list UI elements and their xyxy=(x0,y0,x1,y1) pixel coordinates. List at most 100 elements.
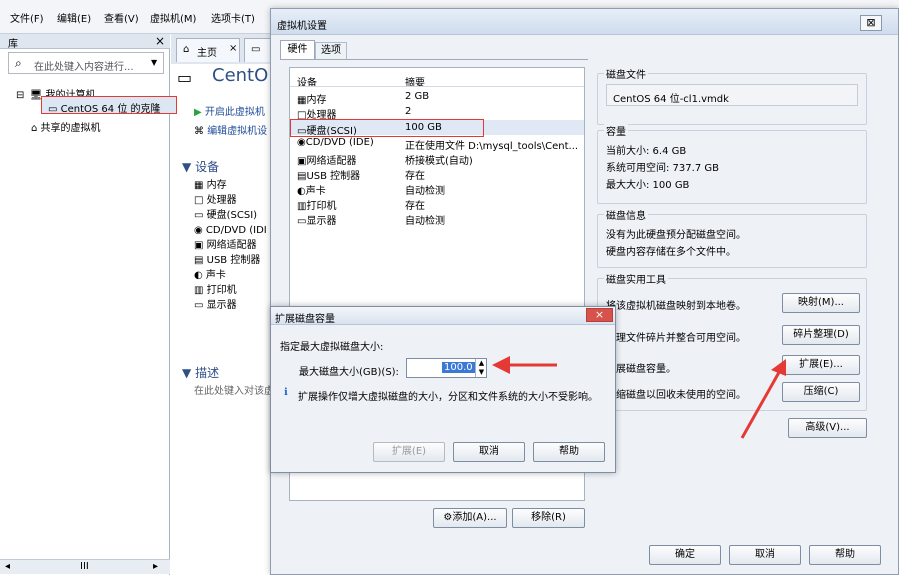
memory-icon: ▦ xyxy=(194,180,204,191)
disk-file-group: 磁盘文件 CentOS 64 位-cl1.vmdk xyxy=(597,66,867,125)
device-display[interactable]: ▭ 显示器 xyxy=(194,298,267,313)
free-space: 系统可用空间: 737.7 GB xyxy=(606,163,719,174)
library-search[interactable]: ⌕ 在此处键入内容进行... ▼ xyxy=(8,52,164,74)
hw-summary-disk: 100 GB xyxy=(405,122,442,133)
advanced-button[interactable]: 高级(V)... xyxy=(788,418,867,438)
disk-info-line: 硬盘内容存储在多个文件中。 xyxy=(606,247,736,258)
device-usb[interactable]: ▤ USB 控制器 xyxy=(194,253,267,268)
tab-close-button[interactable]: × xyxy=(229,43,237,54)
max-size-value[interactable]: 100.0 xyxy=(442,362,475,373)
help-button[interactable]: 帮助 xyxy=(809,545,881,565)
triangle-down-icon: ▼ xyxy=(182,160,192,174)
current-size: 当前大小: 6.4 GB xyxy=(606,146,687,157)
device-memory[interactable]: ▦ 内存 xyxy=(194,178,267,193)
expand-button[interactable]: 扩展(E)... xyxy=(782,355,860,375)
expand-close-button[interactable]: × xyxy=(586,308,613,322)
menu-edit[interactable]: 编辑(E) xyxy=(57,10,91,25)
menu-view[interactable]: 查看(V) xyxy=(104,10,139,25)
monitor-icon: ▭ xyxy=(194,300,204,311)
device-cpu[interactable]: □ 处理器 xyxy=(194,193,267,208)
hw-row-display[interactable]: ▭显示器 xyxy=(297,212,336,227)
disk-icon: ▭ xyxy=(194,210,204,221)
network-icon: ▣ xyxy=(194,240,204,251)
hw-row-cd[interactable]: ◉CD/DVD (IDE) xyxy=(297,137,374,148)
hw-summary-display: 自动检测 xyxy=(405,216,445,227)
ok-button[interactable]: 确定 xyxy=(649,545,721,565)
map-button[interactable]: 映射(M)... xyxy=(782,293,860,313)
vm-settings-dialog: 虚拟机设置 ⊠ 硬件 选项 设备 摘要 ▦内存 2 GB □处理器 2 ▭硬盘(… xyxy=(270,8,899,575)
utility-map-text: 将该虚拟机磁盘映射到本地卷。 xyxy=(606,301,746,312)
chevron-down-icon[interactable]: ▼ xyxy=(151,58,157,67)
hw-row-printer[interactable]: ▥打印机 xyxy=(297,197,336,212)
tree-shared-vms[interactable]: ⌂ 共享的虚拟机 xyxy=(31,119,101,134)
printer-icon: ▥ xyxy=(194,285,204,296)
disk-utility-group: 磁盘实用工具 将该虚拟机磁盘映射到本地卷。 映射(M)... 整理文件碎片并整合… xyxy=(597,271,867,411)
group-title: 磁盘实用工具 xyxy=(604,271,668,286)
settings-icon: ⌘ xyxy=(194,126,204,137)
max-size-spinbox[interactable]: 100.0 ▲ ▼ xyxy=(406,358,487,378)
group-title: 容量 xyxy=(604,123,628,138)
tab-bar: ⌂ 主页 × ▭ xyxy=(171,34,271,64)
tab-options[interactable]: 选项 xyxy=(315,42,347,60)
menu-file[interactable]: 文件(F) xyxy=(10,10,44,25)
description-section[interactable]: ▼ 描述 xyxy=(182,364,219,381)
add-hardware-button[interactable]: ⚙添加(A)... xyxy=(433,508,507,528)
hw-row-network[interactable]: ▣网络适配器 xyxy=(297,152,356,167)
device-cd[interactable]: ◉ CD/DVD (IDI xyxy=(194,223,267,238)
dialog-close-button[interactable]: ⊠ xyxy=(860,15,882,31)
collapse-icon[interactable]: ⊟ xyxy=(16,90,24,101)
vm-icon: ▭ xyxy=(251,44,261,55)
hw-row-usb[interactable]: ▤USB 控制器 xyxy=(297,167,360,182)
hw-summary-cd: 正在使用文件 D:\mysql_tools\Cent... xyxy=(405,141,579,152)
hw-summary-sound: 自动检测 xyxy=(405,186,445,197)
disk-file-field[interactable]: CentOS 64 位-cl1.vmdk xyxy=(606,84,858,106)
tab-hardware[interactable]: 硬件 xyxy=(280,40,315,60)
scroll-left-icon[interactable]: ◂ xyxy=(5,561,10,572)
menu-tabs[interactable]: 选项卡(T) xyxy=(211,10,255,25)
library-header: 库 × xyxy=(0,34,170,50)
hw-row-sound[interactable]: ◐声卡 xyxy=(297,182,326,197)
spin-up-icon[interactable]: ▲ xyxy=(475,359,487,368)
menu-vm[interactable]: 虚拟机(M) xyxy=(150,10,196,25)
expand-cancel-button[interactable]: 取消 xyxy=(453,442,525,462)
devices-section[interactable]: ▼ 设备 xyxy=(182,158,219,175)
compact-button[interactable]: 压缩(C) xyxy=(782,382,860,402)
edit-settings-link[interactable]: ⌘ 编辑虚拟机设 xyxy=(194,122,267,137)
tab-home-label: 主页 xyxy=(197,48,217,59)
tree-vm-clone[interactable]: ▭ CentOS 64 位 的克隆 xyxy=(41,96,177,115)
hw-row-memory[interactable]: ▦内存 xyxy=(297,91,326,106)
library-scrollbar[interactable]: ◂ III ▸ xyxy=(0,559,170,574)
info-icon: ℹ xyxy=(284,387,288,398)
hw-summary-cpu: 2 xyxy=(405,106,412,117)
usb-icon: ▤ xyxy=(194,255,204,266)
header-divider xyxy=(290,86,584,87)
scroll-right-icon[interactable]: ▸ xyxy=(153,561,158,572)
expand-title: 扩展磁盘容量 xyxy=(275,314,335,325)
expand-label: 指定最大虚拟磁盘大小: xyxy=(280,342,384,353)
power-on-link[interactable]: ▶ 开启此虚拟机 xyxy=(194,103,265,118)
tab-vm[interactable]: ▭ xyxy=(244,38,271,62)
cancel-button[interactable]: 取消 xyxy=(729,545,801,565)
device-disk[interactable]: ▭ 硬盘(SCSI) xyxy=(194,208,267,223)
tree-label: CentOS 64 位 的克隆 xyxy=(60,104,161,115)
cd-icon: ◉ xyxy=(297,137,306,148)
scroll-thumb[interactable]: III xyxy=(80,561,89,572)
defrag-button[interactable]: 碎片整理(D) xyxy=(782,325,860,345)
group-title: 磁盘信息 xyxy=(604,207,648,222)
device-printer[interactable]: ▥ 打印机 xyxy=(194,283,267,298)
expand-help-button[interactable]: 帮助 xyxy=(533,442,605,462)
remove-hardware-button[interactable]: 移除(R) xyxy=(512,508,585,528)
tab-home[interactable]: ⌂ 主页 × xyxy=(176,38,240,62)
description-text[interactable]: 在此处键入对该虚 xyxy=(194,382,274,397)
action-label: 编辑虚拟机设 xyxy=(207,126,268,137)
hw-row-disk[interactable]: ▭硬盘(SCSI) xyxy=(297,122,357,137)
device-sound[interactable]: ◐ 声卡 xyxy=(194,268,267,283)
section-title: 设备 xyxy=(195,160,220,174)
search-icon: ⌕ xyxy=(15,56,22,70)
device-network[interactable]: ▣ 网络适配器 xyxy=(194,238,267,253)
spin-down-icon[interactable]: ▼ xyxy=(475,368,487,377)
expand-confirm-button[interactable]: 扩展(E) xyxy=(373,442,445,462)
triangle-down-icon: ▼ xyxy=(182,366,192,380)
hw-summary-memory: 2 GB xyxy=(405,91,430,102)
library-close-button[interactable]: × xyxy=(155,34,165,48)
